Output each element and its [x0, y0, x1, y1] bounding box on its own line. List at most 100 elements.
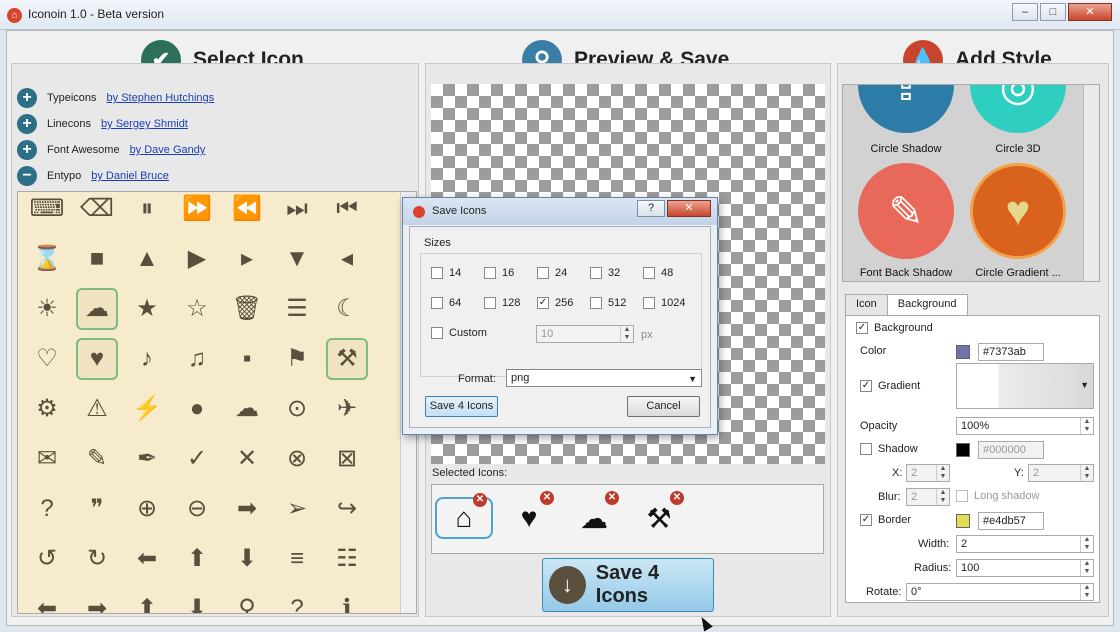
gradient-checkbox[interactable]: ✓: [860, 380, 872, 392]
rotate-spinbox[interactable]: 0° ▲ ▼: [906, 583, 1094, 601]
arrow-left-thick-icon[interactable]: ⬅: [26, 588, 68, 614]
background-toggle[interactable]: ✓ Background: [856, 322, 933, 334]
shadow-checkbox[interactable]: [860, 443, 872, 455]
feather-icon[interactable]: ✒: [126, 438, 168, 480]
add-to-list-icon[interactable]: ≡: [276, 538, 318, 580]
triangle-left-icon[interactable]: ◂: [326, 238, 368, 280]
size-option-512[interactable]: 512: [590, 297, 626, 309]
minus-circle-icon[interactable]: ⊖: [176, 488, 218, 530]
size-checkbox[interactable]: [484, 297, 496, 309]
selected-cloud-icon[interactable]: ☁ ✕: [565, 491, 623, 539]
style-circle-shadow[interactable]: ⇪ Circle Shadow: [851, 85, 961, 155]
border-width-spinbox[interactable]: 2 ▲ ▼: [956, 535, 1094, 553]
music-icon[interactable]: ♫: [176, 338, 218, 380]
menu-icon[interactable]: ☰: [276, 288, 318, 330]
border-color-picker[interactable]: #e4db57: [956, 512, 1044, 530]
selected-tools-icon[interactable]: ⚒ ✕: [630, 491, 688, 539]
maximize-button[interactable]: □: [1040, 3, 1066, 21]
color-picker[interactable]: #7373ab: [956, 343, 1044, 361]
custom-size-toggle[interactable]: Custom: [431, 327, 487, 339]
arrow-down-thick-icon[interactable]: ⬇: [176, 588, 218, 614]
remove-icon[interactable]: ✕: [540, 491, 554, 505]
help-icon[interactable]: ?: [26, 488, 68, 530]
selected-home-icon[interactable]: ⌂ ✕: [435, 493, 493, 539]
shadow-y-spinbox[interactable]: 2 ▲ ▼: [1028, 464, 1094, 482]
cancel-square-icon[interactable]: ⊠: [326, 438, 368, 480]
dialog-close-button[interactable]: ✕: [667, 200, 711, 217]
list-icon[interactable]: ☷: [326, 538, 368, 580]
pencil-icon[interactable]: ✎: [76, 438, 118, 480]
tab-background[interactable]: Background: [886, 294, 968, 317]
heart-icon[interactable]: ♥: [76, 338, 118, 380]
style-font-back-shadow[interactable]: ✎ Font Back Shadow: [851, 163, 961, 279]
dialog-save-button[interactable]: Save 4 Icons: [425, 396, 498, 417]
arrow-up-thick-icon[interactable]: ⬆: [126, 588, 168, 614]
save-icons-button[interactable]: ↓ Save 4 Icons: [542, 558, 714, 612]
moon-icon[interactable]: ☾: [326, 288, 368, 330]
gradient-dropdown[interactable]: ▼: [956, 363, 1094, 409]
selected-heart-icon[interactable]: ♥ ✕: [500, 491, 558, 539]
help-circle-icon[interactable]: ?: [276, 588, 318, 614]
mail-icon[interactable]: ✉: [26, 438, 68, 480]
size-option-24[interactable]: 24: [537, 267, 567, 279]
long-shadow-toggle[interactable]: Long shadow: [956, 490, 1039, 502]
minimize-button[interactable]: –: [1012, 3, 1038, 21]
keyboard-icon[interactable]: ⌨: [26, 192, 68, 230]
close-button[interactable]: ✕: [1068, 3, 1112, 21]
cloud-flash-icon[interactable]: ☁: [226, 388, 268, 430]
shadow-color-swatch[interactable]: [956, 443, 970, 457]
dialog-help-button[interactable]: ?: [637, 200, 665, 217]
navigation-icon[interactable]: ➢: [276, 488, 318, 530]
apps-icon[interactable]: ▪: [226, 338, 268, 380]
ccw-icon[interactable]: ↺: [26, 538, 68, 580]
library-author-link[interactable]: by Stephen Hutchings: [107, 92, 215, 104]
color-field[interactable]: #7373ab: [978, 343, 1044, 361]
border-checkbox[interactable]: ✓: [860, 514, 872, 526]
color-swatch[interactable]: [956, 345, 970, 359]
backspace-icon[interactable]: ⌫: [76, 192, 118, 230]
custom-size-spinbox[interactable]: 10 ▲ ▼: [536, 325, 634, 343]
triangle-down-icon[interactable]: ▼: [276, 238, 318, 280]
remove-icon[interactable]: ✕: [670, 491, 684, 505]
size-option-48[interactable]: 48: [643, 267, 673, 279]
flag-icon[interactable]: ⚑: [276, 338, 318, 380]
size-checkbox[interactable]: [431, 297, 443, 309]
arrow-right-thick-icon[interactable]: ➡: [76, 588, 118, 614]
cross-icon[interactable]: ✕: [226, 438, 268, 480]
arrow-down-icon[interactable]: ⬇: [226, 538, 268, 580]
size-option-16[interactable]: 16: [484, 267, 514, 279]
flash-icon[interactable]: ⚡: [126, 388, 168, 430]
library-author-link[interactable]: by Daniel Bruce: [91, 170, 169, 182]
tab-icon[interactable]: Icon: [845, 294, 888, 316]
star-icon[interactable]: ★: [126, 288, 168, 330]
style-gallery-scrollbar[interactable]: [1083, 85, 1099, 281]
long-shadow-checkbox[interactable]: [956, 490, 968, 502]
voicemail-icon[interactable]: ⊙: [276, 388, 318, 430]
collapse-button[interactable]: −: [17, 166, 37, 186]
size-option-1024[interactable]: 1024: [643, 297, 685, 309]
stop-icon[interactable]: ■: [76, 238, 118, 280]
airplane-icon[interactable]: ✈: [326, 388, 368, 430]
size-checkbox[interactable]: [590, 267, 602, 279]
size-option-32[interactable]: 32: [590, 267, 620, 279]
skip-previous-icon[interactable]: ⏮: [326, 192, 368, 230]
pause-icon[interactable]: ⏸: [126, 192, 168, 230]
arrow-left-icon[interactable]: ⬅: [126, 538, 168, 580]
shadow-toggle[interactable]: Shadow: [860, 443, 918, 455]
record-icon[interactable]: ●: [176, 388, 218, 430]
trash-icon[interactable]: 🗑: [226, 288, 268, 330]
border-color-swatch[interactable]: [956, 514, 970, 528]
remove-icon[interactable]: ✕: [605, 491, 619, 505]
gradient-toggle[interactable]: ✓ Gradient: [860, 380, 920, 392]
custom-size-checkbox[interactable]: [431, 327, 443, 339]
warning-icon[interactable]: ⚠: [76, 388, 118, 430]
play-small-icon[interactable]: ▸: [226, 238, 268, 280]
size-checkbox[interactable]: [643, 267, 655, 279]
size-checkbox[interactable]: [590, 297, 602, 309]
note-icon[interactable]: ♪: [126, 338, 168, 380]
blur-spinbox[interactable]: 2 ▲ ▼: [906, 488, 950, 506]
size-option-64[interactable]: 64: [431, 297, 461, 309]
hourglass-icon[interactable]: ⌛: [26, 238, 68, 280]
size-checkbox[interactable]: [643, 297, 655, 309]
shadow-color-field[interactable]: #000000: [978, 441, 1044, 459]
